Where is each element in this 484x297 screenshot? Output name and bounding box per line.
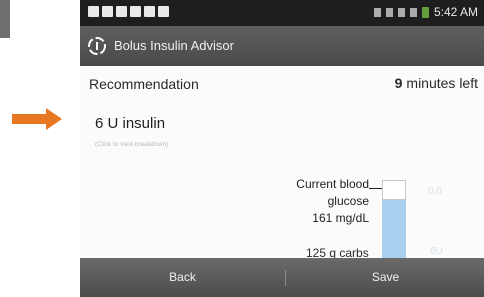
nfc-icon: [385, 7, 393, 17]
back-button[interactable]: Back: [80, 258, 285, 297]
status-bar: 5:42 AM: [80, 0, 484, 26]
recommendation-label: Recommendation: [89, 76, 199, 92]
home-icon: [116, 6, 127, 17]
minutes-suffix: minutes left: [406, 75, 478, 91]
calendar-icon: [130, 6, 141, 17]
notification-icon: [88, 6, 99, 17]
bottom-action-bar: Back Save: [80, 258, 484, 297]
messaging-icon: [158, 6, 169, 17]
phone-screen: 5:42 AM Bolus Insulin Advisor Recommenda…: [80, 0, 484, 297]
wifi-icon: [397, 7, 405, 17]
notification-icon: [102, 6, 113, 17]
minutes-value: 9: [394, 75, 403, 91]
insulin-dose[interactable]: 6 U insulin: [95, 115, 165, 132]
app-logo-icon[interactable]: [86, 36, 108, 56]
gauge-scale-top: 0.0: [428, 186, 442, 197]
status-icons-right: 5:42 AM: [373, 5, 478, 19]
mail-icon: [144, 6, 155, 17]
glucose-value: 161 mg/dL: [312, 211, 369, 225]
status-icons-left: [88, 6, 169, 17]
app-title: Bolus Insulin Advisor: [114, 38, 234, 53]
arrow-right-icon: [12, 108, 62, 130]
status-time: 5:42 AM: [433, 5, 478, 19]
glucose-readout: Current blood glucose 161 mg/dL: [256, 176, 369, 227]
time-remaining: 9 minutes left: [395, 75, 478, 91]
glucose-label: Current blood glucose: [296, 177, 369, 208]
breakdown-hint[interactable]: (Click to view breakdown): [95, 142, 168, 148]
gauge-scale-bottom: 6U: [430, 246, 443, 257]
button-divider: [285, 270, 286, 286]
save-button[interactable]: Save: [287, 258, 484, 297]
glucose-pointer: [369, 188, 383, 189]
bluetooth-icon: [373, 7, 381, 17]
battery-icon: [421, 6, 429, 18]
left-panel: [0, 0, 80, 297]
signal-icon: [409, 7, 417, 17]
app-bar: Bolus Insulin Advisor: [80, 26, 484, 66]
left-strip: [0, 0, 10, 38]
gauge-empty-area: [382, 180, 406, 200]
